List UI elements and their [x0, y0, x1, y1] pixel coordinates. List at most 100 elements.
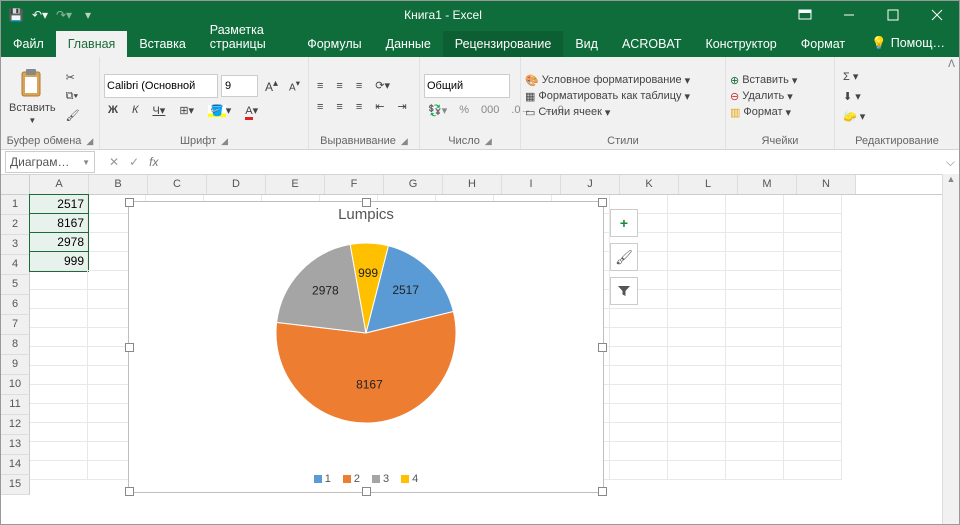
- col-header[interactable]: E: [266, 175, 325, 194]
- col-header[interactable]: N: [797, 175, 856, 194]
- tab-formulas[interactable]: Формулы: [295, 31, 373, 57]
- align-bottom-icon[interactable]: ≡: [352, 78, 366, 94]
- row-header[interactable]: 14: [1, 455, 30, 475]
- cell[interactable]: [784, 404, 842, 423]
- cell[interactable]: [726, 309, 784, 328]
- col-header[interactable]: B: [89, 175, 148, 194]
- cell[interactable]: [784, 366, 842, 385]
- cell[interactable]: [610, 347, 668, 366]
- comma-icon[interactable]: 000: [477, 102, 503, 118]
- chart-legend[interactable]: 1234: [129, 473, 603, 486]
- cell[interactable]: [30, 404, 88, 423]
- tab-design[interactable]: Конструктор: [693, 31, 788, 57]
- col-header[interactable]: M: [738, 175, 797, 194]
- col-header[interactable]: C: [148, 175, 207, 194]
- cell[interactable]: [610, 385, 668, 404]
- row-header[interactable]: 12: [1, 415, 30, 435]
- font-family-select[interactable]: [104, 74, 218, 98]
- expand-formula-bar-icon[interactable]: ⌵: [946, 155, 955, 170]
- cell[interactable]: [726, 461, 784, 480]
- col-header[interactable]: H: [443, 175, 502, 194]
- vertical-scrollbar[interactable]: ▲: [942, 174, 959, 524]
- cell[interactable]: [784, 290, 842, 309]
- cell[interactable]: [668, 328, 726, 347]
- fx-icon[interactable]: fx: [149, 155, 158, 169]
- chart-elements-button[interactable]: +: [610, 209, 638, 237]
- cell[interactable]: 2517: [30, 195, 88, 214]
- row-header[interactable]: 5: [1, 275, 30, 295]
- cell[interactable]: [668, 233, 726, 252]
- decrease-font-icon[interactable]: A▾: [285, 76, 304, 95]
- cell[interactable]: [726, 366, 784, 385]
- format-as-table-button[interactable]: ▦ Форматировать как таблицу▾: [525, 90, 690, 103]
- col-header[interactable]: I: [502, 175, 561, 194]
- minimize-icon[interactable]: [827, 1, 871, 29]
- cell[interactable]: [30, 290, 88, 309]
- borders-icon[interactable]: ⊞▾: [175, 102, 198, 119]
- col-header[interactable]: K: [620, 175, 679, 194]
- tab-home[interactable]: Главная: [56, 31, 128, 57]
- cell[interactable]: [668, 404, 726, 423]
- cell[interactable]: [668, 214, 726, 233]
- col-header[interactable]: A: [30, 175, 89, 194]
- cell[interactable]: [726, 233, 784, 252]
- chart-filters-button[interactable]: [610, 277, 638, 305]
- tab-file[interactable]: Файл: [1, 31, 56, 57]
- cell[interactable]: [668, 252, 726, 271]
- row-header[interactable]: 9: [1, 355, 30, 375]
- format-painter-icon[interactable]: 🖌: [62, 107, 84, 124]
- cell[interactable]: [784, 347, 842, 366]
- align-middle-icon[interactable]: ≡: [332, 78, 346, 94]
- cell[interactable]: [668, 461, 726, 480]
- cell[interactable]: [30, 347, 88, 366]
- cell-grid[interactable]: 251781672978999 Lumpics 251781672978999 …: [30, 195, 842, 495]
- tab-review[interactable]: Рецензирование: [443, 31, 564, 57]
- maximize-icon[interactable]: [871, 1, 915, 29]
- chart-title[interactable]: Lumpics: [129, 206, 603, 223]
- col-header[interactable]: D: [207, 175, 266, 194]
- cell[interactable]: [726, 271, 784, 290]
- cell[interactable]: [668, 423, 726, 442]
- cell[interactable]: [784, 328, 842, 347]
- cell[interactable]: [726, 328, 784, 347]
- qa-customize-icon[interactable]: ▾: [79, 8, 97, 22]
- fill-icon[interactable]: ⬇ ▾: [839, 88, 865, 105]
- redo-icon[interactable]: ↷▾: [55, 8, 73, 22]
- cell[interactable]: [30, 271, 88, 290]
- dialog-launcher-icon[interactable]: ◢: [401, 134, 408, 148]
- cell[interactable]: [784, 195, 842, 214]
- cell[interactable]: [726, 423, 784, 442]
- row-header[interactable]: 6: [1, 295, 30, 315]
- accounting-icon[interactable]: 💱▾: [424, 102, 451, 119]
- cell[interactable]: [610, 423, 668, 442]
- cell[interactable]: [726, 195, 784, 214]
- cell[interactable]: [668, 290, 726, 309]
- dialog-launcher-icon[interactable]: ◢: [485, 134, 492, 148]
- col-header[interactable]: F: [325, 175, 384, 194]
- align-left-icon[interactable]: ≡: [313, 99, 327, 115]
- cell[interactable]: [784, 252, 842, 271]
- tab-view[interactable]: Вид: [563, 31, 610, 57]
- align-center-icon[interactable]: ≡: [332, 99, 346, 115]
- cell[interactable]: [726, 385, 784, 404]
- tab-pagelayout[interactable]: Разметка страницы: [198, 17, 295, 57]
- cut-icon[interactable]: ✂: [62, 69, 84, 86]
- col-header[interactable]: J: [561, 175, 620, 194]
- cell[interactable]: [668, 442, 726, 461]
- autosum-icon[interactable]: Σ ▾: [839, 68, 862, 85]
- col-header[interactable]: L: [679, 175, 738, 194]
- tab-format[interactable]: Формат: [789, 31, 857, 57]
- paste-button[interactable]: Вставить▼: [5, 66, 60, 127]
- cancel-icon[interactable]: ✕: [109, 155, 119, 169]
- cell[interactable]: [726, 442, 784, 461]
- tab-acrobat[interactable]: ACROBAT: [610, 31, 694, 57]
- row-header[interactable]: 3: [1, 235, 30, 255]
- conditional-formatting-button[interactable]: 🎨 Условное форматирование▾: [525, 74, 690, 87]
- cell[interactable]: 2978: [30, 233, 88, 252]
- row-header[interactable]: 4: [1, 255, 30, 275]
- font-size-input[interactable]: [221, 75, 258, 97]
- tell-me[interactable]: 💡Помощ…: [857, 29, 959, 57]
- increase-font-icon[interactable]: A▴: [261, 76, 282, 96]
- cell[interactable]: [610, 328, 668, 347]
- copy-icon[interactable]: ⧉▾: [62, 88, 84, 105]
